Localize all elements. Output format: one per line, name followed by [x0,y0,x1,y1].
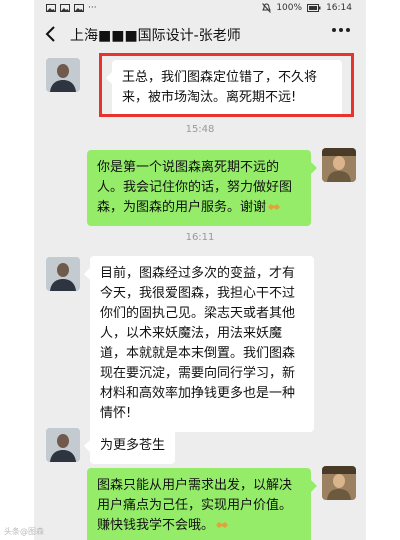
chat-title: 上海■■■国际设计-张老师 [70,28,241,44]
silent-bell-icon [262,3,272,13]
image-icon [60,4,70,12]
contact-avatar[interactable] [46,257,80,291]
person-icon [322,466,356,500]
message-bubble: 目前，图森经过多次的变益，才有今天，我很爱图森，我担心干不过你们的固执己见。梁志… [84,256,314,432]
my-avatar[interactable] [322,148,356,182]
status-bar: ··· 100% 16:14 [34,0,366,16]
contact-avatar[interactable] [46,428,80,462]
message-bubble: 图森只能从用户需求出发，以解决用户痛点为己任，实现用户价值。赚快钱我学不会哦。 [87,468,317,540]
handshake-emoji-icon [268,204,281,210]
image-icon [74,4,84,12]
timestamp: 15:48 [185,124,215,135]
contact-avatar[interactable] [46,58,80,92]
back-arrow-icon[interactable] [44,24,58,44]
message-bubble: 为更多苍生 [83,428,176,464]
handshake-emoji-icon [216,522,229,528]
status-icons-right: 100% 16:14 [262,3,352,13]
my-avatar[interactable] [322,466,356,500]
status-more-icon: ··· [88,3,97,13]
chat-screen: ··· 100% 16:14 上海■■■国际设计-张老师 王总，我们图森定位错了… [34,0,366,540]
chat-header: 上海■■■国际设计-张老师 [34,16,366,52]
battery-percent: 100% [276,3,303,13]
watermark: 头条@图森 [4,527,44,536]
person-icon [46,257,80,291]
message-text: 你是第一个说图森离死期不远的人。我会记住你的话，努力做好图森，为图森的用户服务。… [97,160,293,215]
more-options-icon[interactable] [332,28,350,32]
timestamp: 16:11 [185,232,215,243]
message-text: 图森只能从用户需求出发，以解决用户痛点为己任，实现用户价值。赚快钱我学不会哦。 [97,478,293,533]
highlight-box [99,53,354,117]
status-icons-left: ··· [46,3,97,13]
message-bubble: 你是第一个说图森离死期不远的人。我会记住你的话，努力做好图森，为图森的用户服务。… [87,150,317,226]
image-icon [46,4,56,12]
battery-icon [307,4,321,12]
clock: 16:14 [326,3,352,13]
person-icon [46,58,80,92]
person-icon [46,428,80,462]
person-icon [322,148,356,182]
